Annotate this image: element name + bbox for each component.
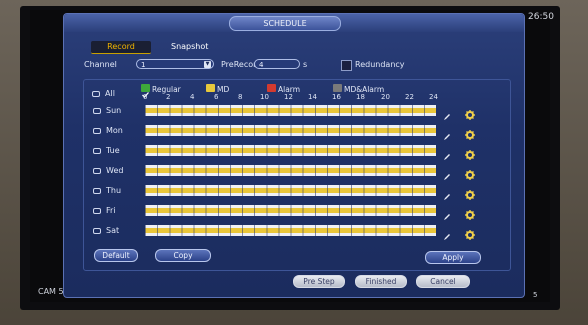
day-name: Tue	[106, 146, 120, 155]
camera-label: CAM 5	[38, 287, 64, 296]
alarm-legend-checkbox[interactable]	[267, 84, 276, 92]
redundancy-label: Redundancy	[355, 60, 405, 69]
day-label-sat[interactable]: Sat	[93, 226, 119, 235]
day-name: Wed	[106, 166, 124, 175]
grid-lines	[145, 165, 436, 176]
grid-lines	[145, 125, 436, 136]
pencil-icon[interactable]	[443, 166, 451, 180]
schedule-dialog: SCHEDULE Record Snapshot Channel 1 ▼ Pre…	[63, 13, 525, 298]
schedule-bar-tue[interactable]	[145, 145, 436, 156]
gear-icon[interactable]	[465, 225, 475, 240]
gear-icon[interactable]	[465, 205, 475, 220]
all-checkbox[interactable]	[92, 90, 100, 97]
gear-icon[interactable]	[465, 105, 475, 120]
channel-select[interactable]: 1 ▼	[136, 59, 214, 69]
schedule-bar-mon[interactable]	[145, 125, 436, 136]
hour-label: 10	[260, 93, 269, 101]
pencil-icon[interactable]	[443, 206, 451, 220]
grid-lines	[145, 205, 436, 216]
md-alarm-legend-checkbox[interactable]	[333, 84, 342, 92]
hour-label: 16	[332, 93, 341, 101]
hour-label: 6	[214, 93, 219, 101]
channel-label: Channel	[84, 60, 117, 69]
pencil-icon[interactable]	[443, 186, 451, 200]
copy-button[interactable]: Copy	[155, 249, 211, 262]
gear-icon[interactable]	[465, 165, 475, 180]
day-name: Sun	[106, 106, 122, 115]
schedule-bar-sat[interactable]	[145, 225, 436, 236]
hour-label: 2	[166, 93, 171, 101]
hour-label: 12	[284, 93, 293, 101]
hour-label: 20	[381, 93, 390, 101]
day-checkbox[interactable]	[93, 107, 101, 114]
grid-lines	[145, 225, 436, 236]
prerecord-unit: s	[303, 60, 308, 69]
day-name: Mon	[106, 126, 123, 135]
day-label-tue[interactable]: Tue	[93, 146, 120, 155]
day-checkbox[interactable]	[93, 167, 101, 174]
prerecord-input[interactable]: 4	[254, 59, 300, 69]
hour-label: 8	[238, 93, 243, 101]
pencil-icon[interactable]	[443, 226, 451, 240]
day-label-mon[interactable]: Mon	[93, 126, 123, 135]
dialog-title: SCHEDULE	[229, 16, 341, 31]
channel-number: 5	[533, 291, 538, 299]
hour-label: 24	[429, 93, 438, 101]
gear-icon[interactable]	[465, 145, 475, 160]
title-bar: SCHEDULE	[64, 14, 524, 32]
finished-button[interactable]: Finished	[355, 275, 407, 288]
default-button[interactable]: Default	[94, 249, 138, 262]
chevron-down-icon: ▼	[204, 61, 211, 68]
pre-step-button[interactable]: Pre Step	[293, 275, 345, 288]
day-name: Sat	[106, 226, 120, 235]
day-name: Thu	[106, 186, 122, 195]
hour-label: 0	[143, 93, 148, 101]
day-checkbox[interactable]	[93, 227, 101, 234]
hour-label: 18	[356, 93, 365, 101]
day-label-thu[interactable]: Thu	[93, 186, 121, 195]
md-legend-checkbox[interactable]	[206, 84, 215, 92]
gear-icon[interactable]	[465, 185, 475, 200]
schedule-bar-fri[interactable]	[145, 205, 436, 216]
day-checkbox[interactable]	[93, 187, 101, 194]
all-days-toggle[interactable]: All	[92, 89, 115, 98]
grid-lines	[145, 105, 436, 116]
all-label: All	[105, 89, 115, 98]
day-label-sun[interactable]: Sun	[93, 106, 121, 115]
gear-icon[interactable]	[465, 125, 475, 140]
hour-label: 4	[190, 93, 195, 101]
grid-lines	[145, 185, 436, 196]
day-checkbox[interactable]	[93, 127, 101, 134]
tab-record[interactable]: Record	[91, 41, 151, 54]
schedule-bar-thu[interactable]	[145, 185, 436, 196]
regular-legend-checkbox[interactable]	[141, 84, 150, 98]
day-label-wed[interactable]: Wed	[93, 166, 123, 175]
apply-button[interactable]: Apply	[425, 251, 481, 264]
day-checkbox[interactable]	[93, 207, 101, 214]
schedule-bar-wed[interactable]	[145, 165, 436, 176]
redundancy-checkbox[interactable]	[341, 60, 352, 71]
day-label-fri[interactable]: Fri	[93, 206, 116, 215]
clock: 26:50	[528, 12, 554, 22]
pencil-icon[interactable]	[443, 126, 451, 140]
cancel-button[interactable]: Cancel	[416, 275, 470, 288]
pencil-icon[interactable]	[443, 106, 451, 120]
grid-lines	[145, 145, 436, 156]
schedule-bar-sun[interactable]	[145, 105, 436, 116]
channel-value: 1	[141, 61, 146, 69]
day-checkbox[interactable]	[93, 147, 101, 154]
hour-label: 22	[405, 93, 414, 101]
pencil-icon[interactable]	[443, 146, 451, 160]
tab-snapshot[interactable]: Snapshot	[171, 41, 208, 53]
hour-label: 14	[308, 93, 317, 101]
day-name: Fri	[106, 206, 116, 215]
md-legend-label: MD	[217, 85, 230, 94]
